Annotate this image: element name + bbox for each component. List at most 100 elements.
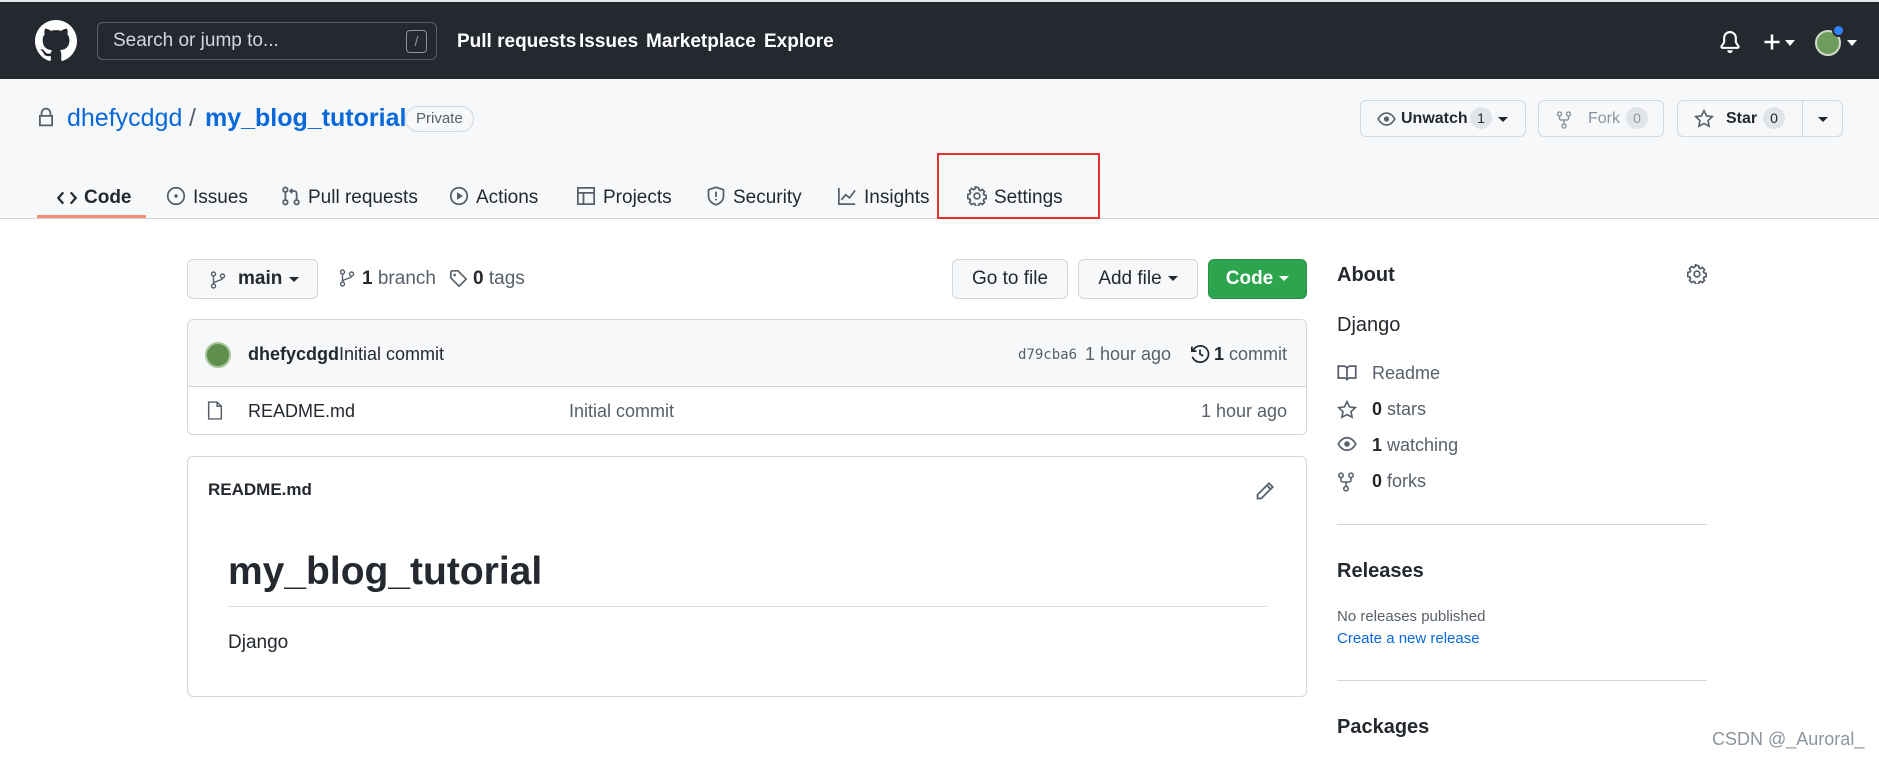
- fork-icon: [1338, 472, 1354, 492]
- search-placeholder: Search or jump to...: [113, 30, 279, 51]
- commit-message-link[interactable]: Initial commit: [339, 344, 444, 365]
- about-description: Django: [1337, 314, 1401, 336]
- tab-label: Security: [733, 187, 802, 208]
- fork-count: 0: [1626, 107, 1648, 129]
- eye-icon: [1377, 112, 1396, 126]
- sidebar-divider: [1337, 524, 1707, 525]
- forks-link[interactable]: 0 forks: [1337, 471, 1537, 495]
- packages-title[interactable]: Packages: [1337, 716, 1429, 739]
- commit-hash-link[interactable]: d79cba6: [1018, 347, 1077, 363]
- readme-filename: README.md: [208, 480, 312, 499]
- plus-icon[interactable]: [1762, 32, 1782, 52]
- nav-issues[interactable]: Issues: [579, 31, 638, 53]
- watching-link[interactable]: 1 watching: [1337, 435, 1537, 459]
- file-icon: [207, 401, 223, 420]
- create-release-link[interactable]: Create a new release: [1337, 630, 1480, 647]
- watch-count: 1: [1470, 107, 1492, 129]
- add-file-label: Add file: [1098, 268, 1162, 289]
- tab-issues[interactable]: Issues: [166, 178, 248, 218]
- no-releases-text: No releases published: [1337, 608, 1486, 625]
- book-icon: [1337, 365, 1357, 381]
- readme-body: Django: [228, 632, 289, 653]
- tab-label: Pull requests: [308, 187, 418, 208]
- readme-panel: README.md my_blog_tutorial Django: [187, 456, 1307, 697]
- tab-security[interactable]: Security: [706, 178, 802, 218]
- code-icon: [56, 191, 78, 205]
- fork-button[interactable]: Fork 0: [1538, 100, 1664, 137]
- tag-count: 0: [473, 268, 484, 289]
- graph-icon: [838, 187, 856, 205]
- table-icon: [577, 187, 595, 205]
- search-input[interactable]: Search or jump to... /: [97, 22, 437, 60]
- watermark-text: CSDN @_Auroral_: [1712, 729, 1865, 749]
- star-label: Star: [1726, 110, 1758, 127]
- commit-author-link[interactable]: dhefycdgd: [248, 344, 339, 365]
- code-dropdown-button[interactable]: Code: [1208, 259, 1307, 299]
- pencil-icon[interactable]: [1255, 481, 1275, 501]
- repo-owner-link[interactable]: dhefycdgd: [67, 104, 182, 133]
- forks-count: 0: [1372, 471, 1383, 491]
- commit-time: 1 hour ago: [1085, 344, 1172, 364]
- settings-highlight-box: [937, 153, 1100, 219]
- branch-select-button[interactable]: main: [187, 259, 318, 299]
- chevron-down-icon: [289, 277, 299, 282]
- releases-title[interactable]: Releases: [1337, 560, 1424, 583]
- unwatch-button[interactable]: Unwatch 1: [1360, 100, 1526, 137]
- star-button[interactable]: Star 0: [1677, 100, 1843, 137]
- search-shortcut-key: /: [406, 30, 427, 53]
- gear-icon[interactable]: [1687, 264, 1707, 284]
- tab-projects[interactable]: Projects: [576, 178, 672, 218]
- chevron-down-icon: [1279, 276, 1290, 281]
- branch-icon: [339, 269, 355, 287]
- chevron-down-icon[interactable]: [1847, 40, 1857, 46]
- shield-icon: [707, 186, 725, 206]
- add-file-button[interactable]: Add file: [1078, 259, 1198, 299]
- tab-pull-requests[interactable]: Pull requests: [281, 178, 418, 218]
- readme-heading: my_blog_tutorial: [228, 550, 543, 593]
- star-dropdown-divider: [1802, 101, 1803, 136]
- file-name-link[interactable]: README.md: [248, 401, 355, 422]
- star-icon: [1694, 109, 1714, 128]
- fork-label: Fork: [1588, 110, 1620, 127]
- file-commit-time: 1 hour ago: [1201, 401, 1288, 421]
- history-icon: [1191, 345, 1210, 364]
- bell-icon[interactable]: [1719, 31, 1741, 53]
- eye-icon: [1337, 436, 1357, 452]
- github-logo-icon[interactable]: [35, 20, 77, 62]
- tab-insights[interactable]: Insights: [837, 178, 929, 218]
- chevron-down-icon[interactable]: [1818, 117, 1828, 122]
- tag-label: tags: [488, 268, 525, 289]
- chevron-down-icon: [1167, 276, 1178, 281]
- pull-request-icon: [282, 186, 300, 206]
- nav-marketplace[interactable]: Marketplace: [646, 31, 756, 53]
- play-icon: [449, 186, 469, 206]
- repo-name-link[interactable]: my_blog_tutorial: [205, 104, 406, 133]
- nav-pull-requests[interactable]: Pull requests: [457, 31, 576, 53]
- readme-link[interactable]: Readme: [1337, 363, 1537, 387]
- file-browser: dhefycdgd Initial commit d79cba6 1 hour …: [187, 319, 1307, 435]
- active-tab-underline: [37, 215, 146, 218]
- star-icon: [1337, 400, 1357, 419]
- repo-path-separator: /: [189, 104, 196, 132]
- notification-dot: [1832, 24, 1845, 37]
- lock-icon: [39, 107, 54, 127]
- branch-label: branch: [377, 268, 436, 289]
- file-commit-message-link[interactable]: Initial commit: [569, 401, 674, 422]
- code-button-label: Code: [1225, 268, 1274, 289]
- readme-heading-divider: [228, 606, 1267, 607]
- file-row[interactable]: README.md Initial commit 1 hour ago: [188, 387, 1306, 434]
- unwatch-label: Unwatch: [1401, 110, 1468, 127]
- go-to-file-button[interactable]: Go to file: [952, 259, 1068, 299]
- branch-count: 1: [362, 268, 373, 289]
- nav-explore[interactable]: Explore: [764, 31, 834, 53]
- tab-actions[interactable]: Actions: [449, 178, 538, 218]
- stars-link[interactable]: 0 stars: [1337, 399, 1537, 423]
- tab-code[interactable]: Code: [56, 178, 132, 218]
- stars-count: 0: [1372, 399, 1383, 419]
- chevron-down-icon: [1498, 117, 1508, 122]
- chevron-down-icon[interactable]: [1785, 40, 1795, 46]
- issue-icon: [166, 186, 186, 206]
- commit-count-link[interactable]: 1 commit: [1214, 344, 1287, 365]
- visibility-badge: Private: [405, 106, 474, 132]
- commit-author-avatar[interactable]: [205, 342, 231, 368]
